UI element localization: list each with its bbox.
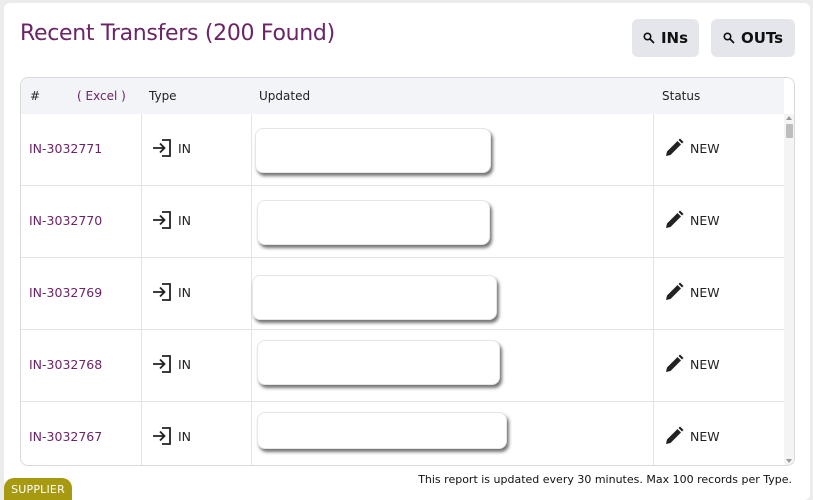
- column-header-type: Type: [149, 89, 177, 103]
- status-label: NEW: [690, 356, 720, 372]
- type-cell: IN: [151, 282, 191, 302]
- search-icon: [643, 32, 655, 44]
- column-header-number: #: [30, 89, 41, 103]
- table-header: # ( Excel ) Type Updated Status: [21, 78, 784, 114]
- updated-box: [257, 200, 490, 245]
- login-arrow-icon: [153, 427, 171, 445]
- status-cell: NEW: [664, 354, 720, 374]
- login-arrow-icon: [153, 211, 171, 229]
- pencil-icon: [666, 354, 684, 372]
- table-row: IN-3032769 IN NEW: [21, 258, 784, 330]
- updated-box: [257, 412, 507, 449]
- login-arrow-icon: [153, 283, 171, 301]
- table-body: IN-3032771 IN NEW IN-3032770 IN NEW IN-3…: [21, 114, 784, 465]
- type-label: IN: [178, 140, 192, 156]
- transfer-id-link[interactable]: IN-3032768: [29, 357, 102, 372]
- transfer-id-link[interactable]: IN-3032767: [29, 429, 102, 444]
- updated-box: [255, 128, 491, 173]
- pencil-icon: [666, 426, 684, 444]
- transfer-id-link[interactable]: IN-3032769: [29, 285, 102, 300]
- transfers-card: Recent Transfers (200 Found) INs OUTs # …: [4, 3, 810, 500]
- column-header-status: Status: [662, 89, 701, 103]
- type-cell: IN: [151, 426, 191, 446]
- updated-box: [257, 340, 500, 385]
- status-cell: NEW: [664, 210, 720, 230]
- ins-button-label: INs: [660, 29, 689, 47]
- table-row: IN-3032767 IN NEW: [21, 402, 784, 465]
- status-cell: NEW: [664, 426, 720, 446]
- type-cell: IN: [151, 354, 191, 374]
- excel-export-link[interactable]: ( Excel ): [77, 89, 126, 103]
- transfers-table: # ( Excel ) Type Updated Status IN-30327…: [20, 77, 795, 466]
- status-label: NEW: [690, 428, 720, 444]
- supplier-badge[interactable]: SUPPLIER: [4, 478, 72, 500]
- table-row: IN-3032768 IN NEW: [21, 330, 784, 402]
- login-arrow-icon: [153, 139, 171, 157]
- update-note: This report is updated every 30 minutes.…: [418, 473, 792, 486]
- table-row: IN-3032770 IN NEW: [21, 186, 784, 258]
- login-arrow-icon: [153, 355, 171, 373]
- search-icon: [723, 32, 735, 44]
- status-cell: NEW: [664, 282, 720, 302]
- type-cell: IN: [151, 138, 191, 158]
- outs-button-label: OUTs: [740, 29, 784, 47]
- column-header-updated: Updated: [259, 89, 311, 103]
- status-label: NEW: [690, 140, 720, 156]
- page-title: Recent Transfers (200 Found): [20, 21, 335, 46]
- status-label: NEW: [690, 284, 720, 300]
- scrollbar-thumb[interactable]: [786, 124, 793, 138]
- outs-button[interactable]: OUTs: [711, 19, 795, 57]
- pencil-icon: [666, 210, 684, 228]
- updated-box: [252, 275, 497, 320]
- transfer-id-link[interactable]: IN-3032771: [29, 141, 102, 156]
- status-label: NEW: [690, 212, 720, 228]
- status-cell: NEW: [664, 138, 720, 158]
- type-label: IN: [178, 428, 192, 444]
- table-row: IN-3032771 IN NEW: [21, 114, 784, 186]
- type-label: IN: [178, 356, 192, 372]
- pencil-icon: [666, 138, 684, 156]
- ins-button[interactable]: INs: [632, 19, 699, 57]
- type-cell: IN: [151, 210, 191, 230]
- pencil-icon: [666, 282, 684, 300]
- scroll-up-arrow-icon[interactable]: [786, 116, 792, 120]
- transfer-id-link[interactable]: IN-3032770: [29, 213, 102, 228]
- type-label: IN: [178, 212, 192, 228]
- table-scrollbar[interactable]: [784, 114, 794, 465]
- type-label: IN: [178, 284, 192, 300]
- scroll-down-arrow-icon[interactable]: [786, 459, 792, 463]
